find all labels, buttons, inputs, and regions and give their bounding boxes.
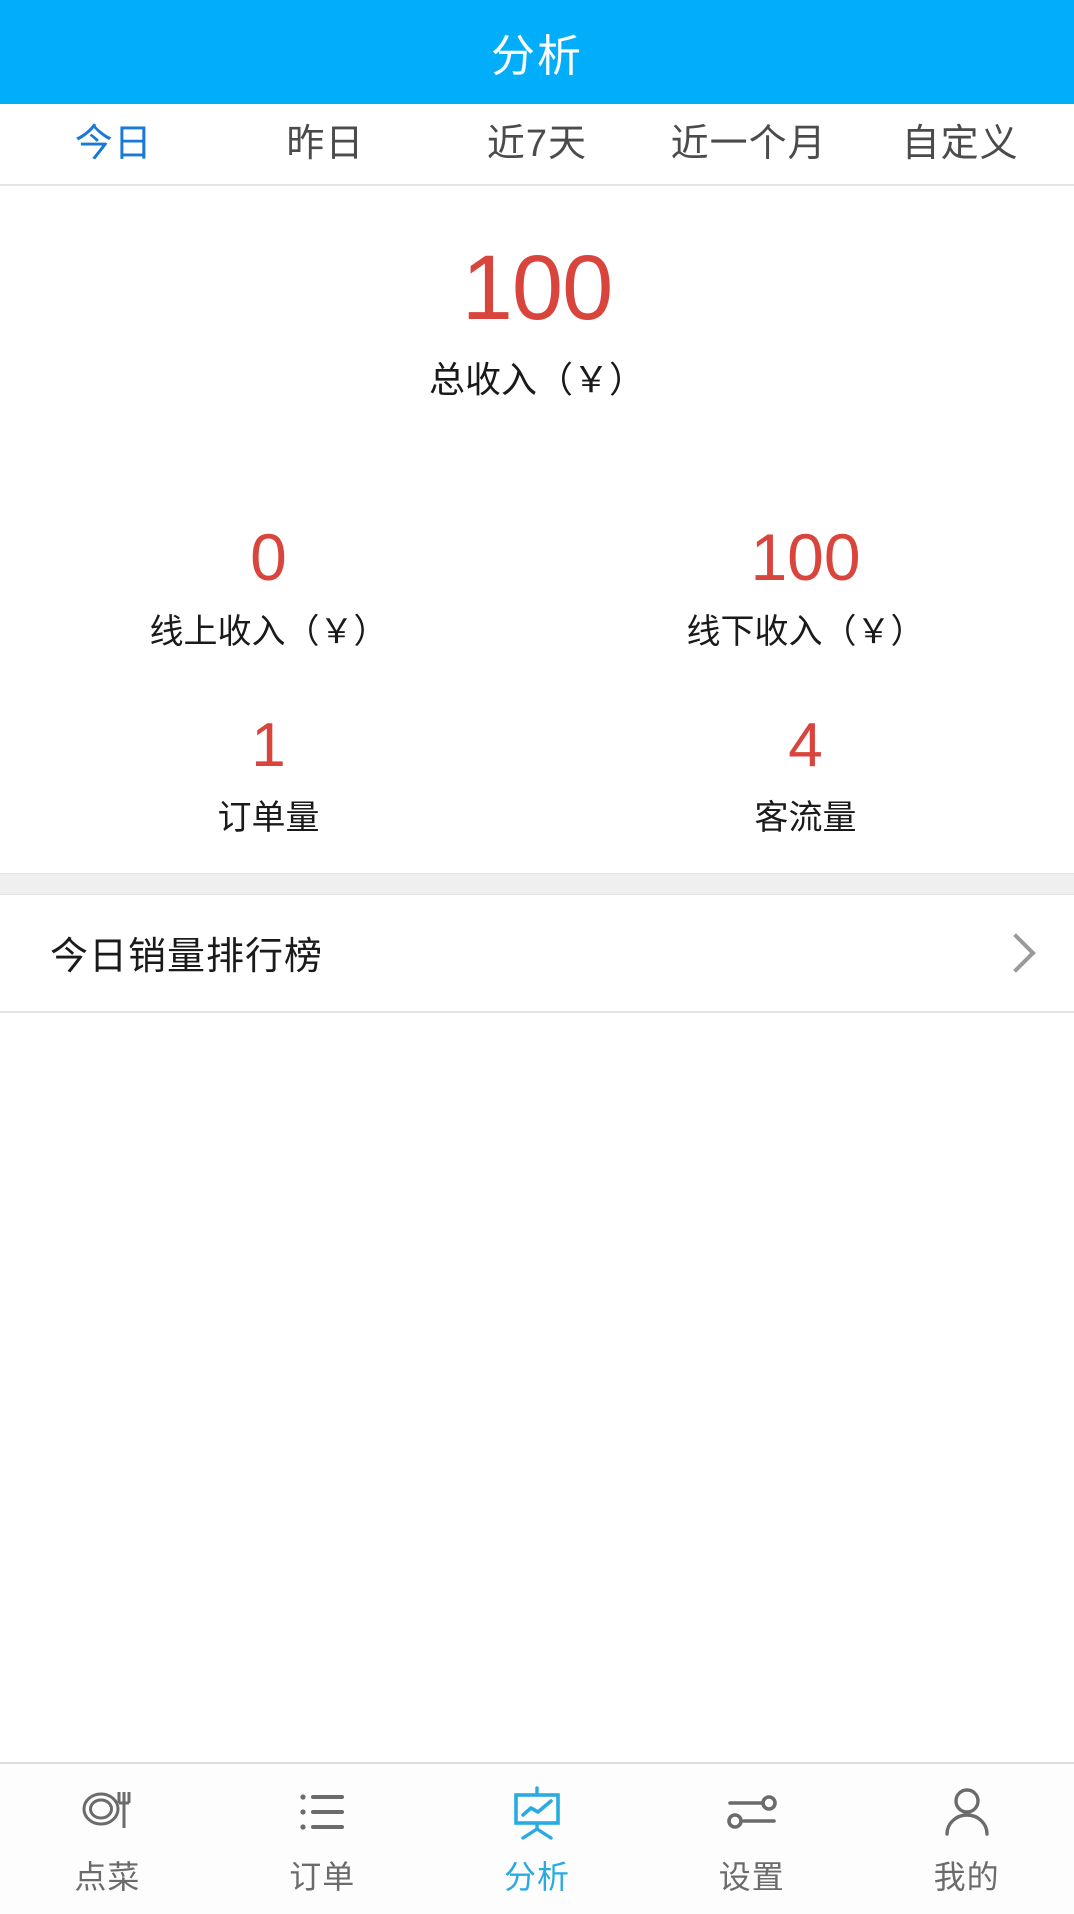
nav-item-analytics[interactable]: 分析 (430, 1782, 645, 1898)
tab-yesterday[interactable]: 昨日 (220, 103, 432, 185)
sliders-icon (721, 1782, 783, 1844)
stat-order-count: 1 订单量 (0, 713, 537, 839)
stat-customer-traffic: 4 客流量 (537, 713, 1074, 839)
stat-total-revenue: 100 总收入（￥） (0, 208, 1074, 403)
list-icon (291, 1782, 353, 1844)
chart-board-icon (506, 1782, 568, 1844)
customer-traffic-label: 客流量 (754, 798, 857, 837)
page-title: 分析 (491, 32, 583, 81)
nav-label-profile: 我的 (933, 1859, 1000, 1895)
tab-today[interactable]: 今日 (8, 103, 220, 185)
offline-income-value: 100 (750, 519, 861, 594)
tab-last-7-days[interactable]: 近7天 (431, 103, 643, 185)
offline-income-label: 线下收入（￥） (686, 612, 925, 651)
nav-item-orders[interactable]: 订单 (215, 1782, 430, 1898)
tab-last-month[interactable]: 近一个月 (643, 103, 855, 185)
total-revenue-value: 100 (461, 237, 614, 339)
app-header: 分析 (0, 0, 1074, 104)
nav-label-analytics: 分析 (503, 1859, 570, 1895)
period-tab-bar: 今日 昨日 近7天 近一个月 自定义 (0, 104, 1074, 186)
stat-online-income: 0 线上收入（￥） (0, 519, 537, 653)
stat-row-income: 0 线上收入（￥） 100 线下收入（￥） (0, 519, 1074, 653)
tab-custom[interactable]: 自定义 (854, 103, 1066, 185)
sales-ranking-row[interactable]: 今日销量排行榜 (0, 894, 1074, 1013)
online-income-value: 0 (250, 519, 287, 594)
stat-row-counts: 1 订单量 4 客流量 (0, 713, 1074, 839)
stat-offline-income: 100 线下收入（￥） (537, 519, 1074, 653)
nav-item-order-food[interactable]: 点菜 (0, 1782, 215, 1898)
nav-item-profile[interactable]: 我的 (859, 1782, 1074, 1898)
order-count-value: 1 (251, 710, 286, 780)
online-income-label: 线上收入（￥） (149, 612, 388, 651)
customer-traffic-value: 4 (788, 710, 823, 780)
stats-panel: 100 总收入（￥） 0 线上收入（￥） 100 线下收入（￥） 1 订单量 4… (0, 186, 1074, 873)
section-divider (0, 872, 1074, 895)
nav-item-settings[interactable]: 设置 (644, 1782, 859, 1898)
nav-label-order-food: 点菜 (74, 1859, 141, 1895)
user-icon (936, 1782, 998, 1844)
total-revenue-label: 总收入（￥） (428, 358, 645, 400)
chevron-right-icon (1000, 929, 1028, 977)
nav-label-settings: 设置 (718, 1859, 785, 1895)
bottom-navigation-bar: 点菜 订单 分析 设置 我的 (0, 1762, 1074, 1914)
content-empty-area (0, 1012, 1074, 1762)
sales-ranking-label: 今日销量排行榜 (50, 936, 324, 979)
nav-label-orders: 订单 (289, 1859, 356, 1895)
plate-fork-icon (76, 1782, 138, 1844)
order-count-label: 订单量 (217, 798, 320, 837)
analytics-screen: 分析 今日 昨日 近7天 近一个月 自定义 100 总收入（￥） 0 线上收入（… (0, 0, 1074, 1914)
